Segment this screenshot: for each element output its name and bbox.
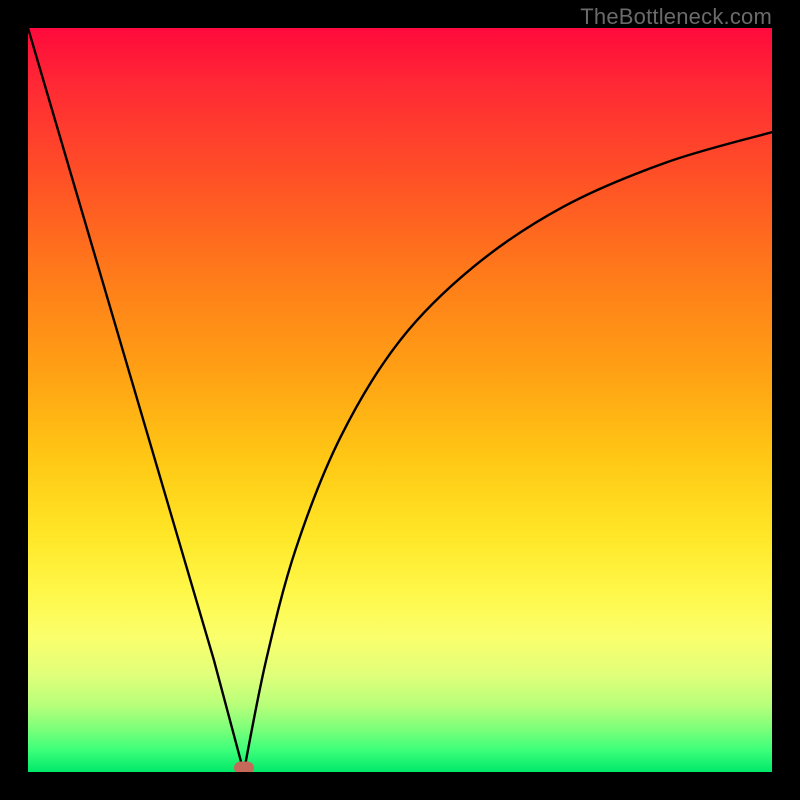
bottleneck-curve [28, 28, 772, 772]
plot-area [28, 28, 772, 772]
watermark-text: TheBottleneck.com [580, 4, 772, 30]
chart-frame: TheBottleneck.com [0, 0, 800, 800]
minimum-marker [234, 762, 254, 773]
